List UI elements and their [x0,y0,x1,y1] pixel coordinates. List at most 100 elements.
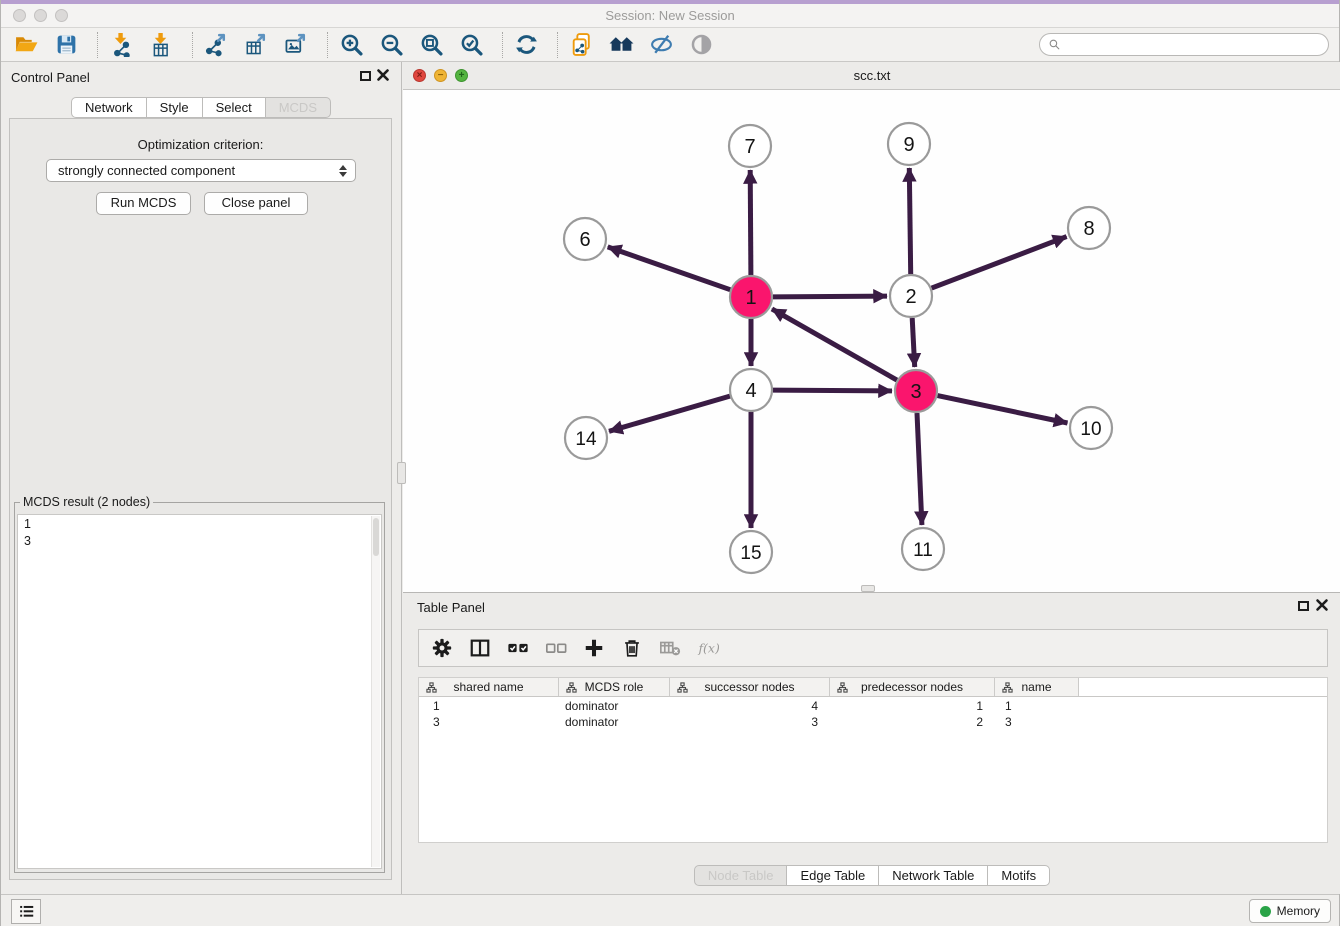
node-15[interactable]: 15 [730,531,772,573]
tab-motifs[interactable]: Motifs [988,865,1050,886]
tab-select[interactable]: Select [203,97,266,118]
edge-3-1[interactable] [772,309,897,380]
table-cell[interactable]: 1 [830,698,995,714]
table-panel-title: Table Panel [417,600,485,615]
result-scrollbar-thumb[interactable] [373,518,379,556]
edge-4-3[interactable] [773,390,892,391]
edge-1-6[interactable] [608,247,731,290]
hide-selected-icon[interactable] [648,31,675,58]
tab-mcds[interactable]: MCDS [266,97,331,118]
select-all-icon[interactable] [506,636,530,660]
duplicate-network-icon[interactable] [568,31,595,58]
edge-3-11[interactable] [917,413,922,525]
run-mcds-button[interactable]: Run MCDS [96,192,191,215]
tab-node-table[interactable]: Node Table [694,865,788,886]
node-14[interactable]: 14 [565,417,607,459]
table-cell[interactable]: 1 [419,698,559,714]
svg-text:15: 15 [740,543,761,564]
edge-2-3[interactable] [912,318,915,367]
zoom-in-icon[interactable] [338,31,365,58]
node-4[interactable]: 4 [730,369,772,411]
tab-style[interactable]: Style [147,97,203,118]
toolbar-separator [97,32,98,58]
tab-edge-table[interactable]: Edge Table [787,865,879,886]
export-table-icon[interactable] [243,31,270,58]
close-panel-icon[interactable] [376,68,390,82]
table-cell[interactable]: 1 [995,698,1079,714]
network-canvas[interactable]: 7 9 6 8 1 2 4 3 14 10 15 11 [403,90,1340,592]
edge-2-8[interactable] [932,237,1067,289]
table-float-panel-icon[interactable] [1298,601,1309,611]
column-header-shared-name[interactable]: shared name [419,678,559,696]
table-row[interactable]: 1dominator411 [419,698,1327,714]
table-cell[interactable]: dominator [559,698,670,714]
deselect-all-icon[interactable] [544,636,568,660]
network-window-titlebar[interactable]: × − + scc.txt [403,62,1340,90]
import-table-icon[interactable] [148,31,175,58]
column-type-icon [426,682,437,696]
import-network-icon[interactable] [108,31,135,58]
svg-text:9: 9 [903,134,914,156]
zoom-fit-icon[interactable] [418,31,445,58]
horizontal-splitter-handle[interactable] [861,585,875,592]
close-panel-button[interactable]: Close panel [204,192,308,215]
delete-column-icon[interactable] [620,636,644,660]
vertical-splitter-handle[interactable] [397,462,406,484]
graph-svg: 7 9 6 8 1 2 4 3 14 10 15 11 [403,90,1340,592]
node-11[interactable]: 11 [902,528,944,570]
zoom-out-icon[interactable] [378,31,405,58]
mcds-result-area[interactable]: 1 3 [17,514,382,869]
column-header-successor-nodes[interactable]: successor nodes [670,678,830,696]
edge-4-14[interactable] [609,396,730,431]
first-neighbors-icon[interactable] [608,31,635,58]
control-panel: Control Panel NetworkStyleSelectMCDS Opt… [1,62,402,894]
node-9[interactable]: 9 [888,123,930,165]
optimization-criterion-label: Optimization criterion: [10,137,391,152]
node-1[interactable]: 1 [730,276,772,318]
task-history-button[interactable] [11,899,41,924]
result-scrollbar[interactable] [371,516,380,867]
edge-2-9[interactable] [909,168,910,274]
function-builder-icon[interactable]: f(x) [696,636,720,660]
add-column-icon[interactable] [582,636,606,660]
edge-1-7[interactable] [750,170,751,275]
delete-table-icon[interactable] [658,636,682,660]
memory-status-icon [1260,906,1271,917]
table-cell[interactable]: 2 [830,714,995,730]
table-cell[interactable]: 3 [419,714,559,730]
node-2[interactable]: 2 [890,275,932,317]
node-10[interactable]: 10 [1070,407,1112,449]
export-network-icon[interactable] [203,31,230,58]
show-all-icon[interactable] [688,31,715,58]
open-session-icon[interactable] [13,31,40,58]
table-settings-icon[interactable] [430,636,454,660]
column-header-predecessor-nodes[interactable]: predecessor nodes [830,678,995,696]
edge-1-2[interactable] [773,296,887,297]
table-close-panel-icon[interactable] [1315,598,1329,612]
table-row[interactable]: 3dominator323 [419,714,1327,730]
table-cell[interactable]: dominator [559,714,670,730]
criterion-dropdown[interactable]: strongly connected component [46,159,356,182]
tab-network-table[interactable]: Network Table [879,865,988,886]
node-6[interactable]: 6 [564,218,606,260]
table-cell[interactable]: 3 [995,714,1079,730]
edge-3-10[interactable] [938,396,1068,423]
export-image-icon[interactable] [283,31,310,58]
zoom-selected-icon[interactable] [458,31,485,58]
column-header-mcds-role[interactable]: MCDS role [559,678,670,696]
column-header-name[interactable]: name [995,678,1079,696]
table-cell[interactable]: 4 [670,698,830,714]
node-8[interactable]: 8 [1068,207,1110,249]
apply-layout-icon[interactable] [513,31,540,58]
node-7[interactable]: 7 [729,125,771,167]
search-box[interactable] [1039,33,1329,56]
node-3[interactable]: 3 [895,370,937,412]
svg-text:2: 2 [905,286,916,308]
save-session-icon[interactable] [53,31,80,58]
search-input[interactable] [1066,37,1320,52]
memory-button[interactable]: Memory [1249,899,1331,923]
float-panel-icon[interactable] [360,71,371,81]
column-visibility-icon[interactable] [468,636,492,660]
table-cell[interactable]: 3 [670,714,830,730]
tab-network[interactable]: Network [71,97,147,118]
